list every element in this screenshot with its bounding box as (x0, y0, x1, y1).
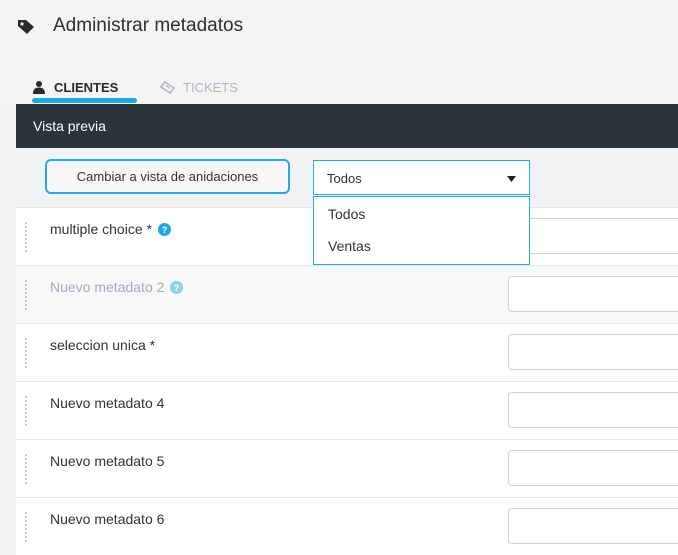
svg-text:?: ? (162, 225, 168, 235)
metadata-label-text: Nuevo metadato 5 (50, 453, 165, 469)
metadata-field[interactable] (508, 450, 678, 486)
drag-handle-icon[interactable] (25, 396, 28, 426)
tab-tickets[interactable]: TICKETS (160, 72, 238, 102)
drag-handle-icon[interactable] (25, 512, 28, 542)
metadata-label-text: seleccion unica * (50, 337, 156, 353)
page-title: Administrar metadatos (53, 15, 244, 36)
tab-tickets-label: TICKETS (183, 79, 238, 95)
ticket-icon (160, 80, 175, 94)
metadata-label-text: Nuevo metadato 6 (50, 511, 165, 527)
metadata-field[interactable] (508, 392, 678, 428)
metadata-field[interactable] (508, 508, 678, 544)
metadata-field[interactable] (508, 334, 678, 370)
preview-title: Vista previa (33, 118, 106, 134)
help-icon[interactable]: ? (157, 222, 171, 236)
metadata-label-text: multiple choice * (50, 221, 152, 237)
drag-handle-icon[interactable] (25, 280, 28, 310)
metadata-row: Nuevo metadato 6 (16, 498, 678, 555)
caret-down-icon (507, 176, 516, 182)
tag-icon (18, 20, 34, 34)
metadata-label: multiple choice * ? (50, 221, 171, 237)
metadata-label: Nuevo metadato 6 (50, 511, 164, 527)
active-tab-indicator (32, 98, 137, 103)
metadata-label: seleccion unica * (50, 337, 155, 353)
drag-handle-icon[interactable] (25, 222, 28, 252)
switch-nesting-view-button[interactable]: Cambiar a vista de anidaciones (45, 159, 290, 194)
metadata-row: Nuevo metadato 2 ? (16, 266, 678, 324)
tab-bar: CLIENTES TICKETS (0, 56, 678, 104)
metadata-label-text: Nuevo metadato 2 (50, 279, 165, 295)
metadata-row: Nuevo metadato 4 (16, 382, 678, 440)
page-header: Administrar metadatos (0, 0, 678, 56)
drag-handle-icon[interactable] (25, 338, 28, 368)
filter-dropdown-menu: Todos Ventas (313, 196, 530, 265)
metadata-field[interactable] (508, 276, 678, 312)
filter-select[interactable]: Todos (313, 160, 530, 195)
dropdown-option-ventas[interactable]: Ventas (328, 238, 371, 254)
preview-header: Vista previa (16, 104, 678, 148)
metadata-label: Nuevo metadato 5 (50, 453, 164, 469)
metadata-label: Nuevo metadato 2 ? (50, 279, 184, 295)
filter-select-value: Todos (327, 171, 362, 186)
help-icon[interactable]: ? (170, 280, 184, 294)
metadata-row: seleccion unica * (16, 324, 678, 382)
metadata-row: Nuevo metadato 5 (16, 440, 678, 498)
tab-clientes-label: CLIENTES (54, 79, 119, 95)
metadata-field[interactable] (508, 218, 678, 254)
metadata-label: Nuevo metadato 4 (50, 395, 164, 411)
user-icon (33, 81, 45, 94)
drag-handle-icon[interactable] (25, 454, 28, 484)
dropdown-option-todos[interactable]: Todos (328, 206, 365, 222)
metadata-label-text: Nuevo metadato 4 (50, 395, 165, 411)
svg-text:?: ? (174, 283, 180, 293)
